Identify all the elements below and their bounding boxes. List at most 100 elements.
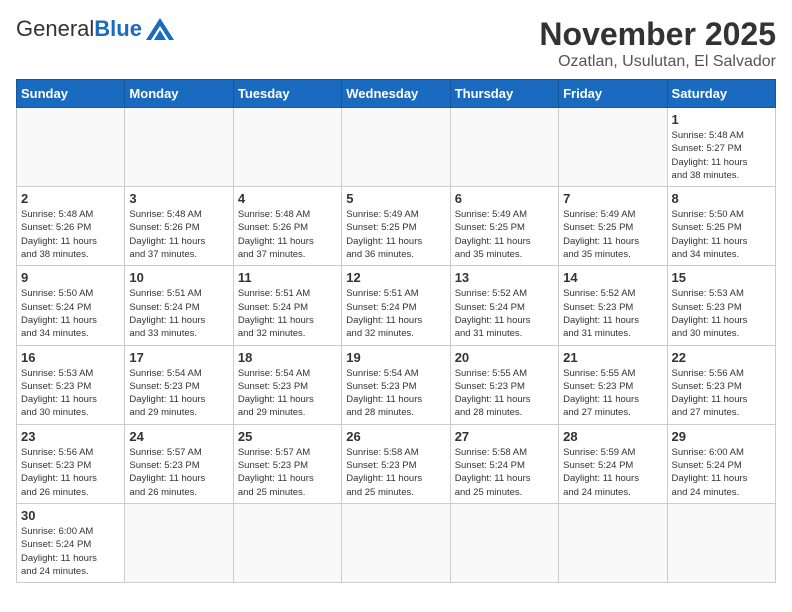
month-title: November 2025 [539, 16, 776, 53]
day-number: 7 [563, 191, 662, 206]
calendar-week-row: 30Sunrise: 6:00 AM Sunset: 5:24 PM Dayli… [17, 503, 776, 582]
day-info: Sunrise: 5:49 AM Sunset: 5:25 PM Dayligh… [563, 208, 662, 261]
logo: General Blue [16, 16, 174, 42]
calendar-day-cell [559, 503, 667, 582]
weekday-header-wednesday: Wednesday [342, 80, 450, 108]
calendar-day-cell: 8Sunrise: 5:50 AM Sunset: 5:25 PM Daylig… [667, 187, 775, 266]
calendar-day-cell: 26Sunrise: 5:58 AM Sunset: 5:23 PM Dayli… [342, 424, 450, 503]
calendar-week-row: 2Sunrise: 5:48 AM Sunset: 5:26 PM Daylig… [17, 187, 776, 266]
day-info: Sunrise: 5:48 AM Sunset: 5:26 PM Dayligh… [129, 208, 228, 261]
day-number: 28 [563, 429, 662, 444]
day-info: Sunrise: 5:58 AM Sunset: 5:24 PM Dayligh… [455, 446, 554, 499]
weekday-header-saturday: Saturday [667, 80, 775, 108]
calendar-day-cell: 12Sunrise: 5:51 AM Sunset: 5:24 PM Dayli… [342, 266, 450, 345]
calendar-day-cell: 20 Sunrise: 5:55 AM Sunset: 5:23 PM Dayli… [450, 345, 558, 424]
calendar-day-cell: 7 Sunrise: 5:49 AM Sunset: 5:25 PM Daylig… [559, 187, 667, 266]
day-info: Sunrise: 5:54 AM Sunset: 5:23 PM Dayligh… [346, 367, 445, 420]
day-info: Sunrise: 5:51 AM Sunset: 5:24 PM Dayligh… [129, 287, 228, 340]
calendar-day-cell: 14 Sunrise: 5:52 AM Sunset: 5:23 PM Dayli… [559, 266, 667, 345]
title-area: November 2025 Ozatlan, Usulutan, El Salv… [539, 16, 776, 71]
calendar-day-cell: 25 Sunrise: 5:57 AM Sunset: 5:23 PM Dayli… [233, 424, 341, 503]
weekday-header-sunday: Sunday [17, 80, 125, 108]
day-number: 8 [672, 191, 771, 206]
day-number: 15 [672, 270, 771, 285]
calendar-day-cell [667, 503, 775, 582]
logo-blue-text: Blue [94, 16, 142, 42]
calendar-day-cell: 22 Sunrise: 5:56 AM Sunset: 5:23 PM Dayli… [667, 345, 775, 424]
day-info: Sunrise: 5:56 AM Sunset: 5:23 PM Dayligh… [672, 367, 771, 420]
day-number: 19 [346, 350, 445, 365]
day-number: 3 [129, 191, 228, 206]
calendar-day-cell: 27 Sunrise: 5:58 AM Sunset: 5:24 PM Dayli… [450, 424, 558, 503]
day-number: 25 [238, 429, 337, 444]
weekday-header-tuesday: Tuesday [233, 80, 341, 108]
day-info: Sunrise: 5:54 AM Sunset: 5:23 PM Dayligh… [238, 367, 337, 420]
day-info: Sunrise: 5:53 AM Sunset: 5:23 PM Dayligh… [672, 287, 771, 340]
day-info: Sunrise: 5:55 AM Sunset: 5:23 PM Dayligh… [455, 367, 554, 420]
calendar-day-cell [125, 108, 233, 187]
day-number: 14 [563, 270, 662, 285]
day-number: 23 [21, 429, 120, 444]
calendar-day-cell: 3 Sunrise: 5:48 AM Sunset: 5:26 PM Daylig… [125, 187, 233, 266]
logo-general-text: General [16, 16, 94, 42]
calendar-day-cell [342, 503, 450, 582]
calendar-day-cell [450, 108, 558, 187]
day-info: Sunrise: 5:48 AM Sunset: 5:27 PM Dayligh… [672, 129, 771, 182]
calendar-day-cell: 2Sunrise: 5:48 AM Sunset: 5:26 PM Daylig… [17, 187, 125, 266]
location-title: Ozatlan, Usulutan, El Salvador [539, 53, 776, 71]
day-info: Sunrise: 5:57 AM Sunset: 5:23 PM Dayligh… [238, 446, 337, 499]
day-info: Sunrise: 5:48 AM Sunset: 5:26 PM Dayligh… [238, 208, 337, 261]
day-info: Sunrise: 5:52 AM Sunset: 5:24 PM Dayligh… [455, 287, 554, 340]
day-info: Sunrise: 5:49 AM Sunset: 5:25 PM Dayligh… [455, 208, 554, 261]
day-info: Sunrise: 5:53 AM Sunset: 5:23 PM Dayligh… [21, 367, 120, 420]
day-number: 21 [563, 350, 662, 365]
day-info: Sunrise: 5:57 AM Sunset: 5:23 PM Dayligh… [129, 446, 228, 499]
calendar-day-cell: 30Sunrise: 6:00 AM Sunset: 5:24 PM Dayli… [17, 503, 125, 582]
calendar-day-cell [342, 108, 450, 187]
calendar-day-cell: 4Sunrise: 5:48 AM Sunset: 5:26 PM Daylig… [233, 187, 341, 266]
day-info: Sunrise: 5:51 AM Sunset: 5:24 PM Dayligh… [238, 287, 337, 340]
calendar-day-cell: 10 Sunrise: 5:51 AM Sunset: 5:24 PM Dayli… [125, 266, 233, 345]
day-number: 27 [455, 429, 554, 444]
calendar-day-cell [125, 503, 233, 582]
calendar-day-cell: 21 Sunrise: 5:55 AM Sunset: 5:23 PM Dayli… [559, 345, 667, 424]
calendar-day-cell: 24Sunrise: 5:57 AM Sunset: 5:23 PM Dayli… [125, 424, 233, 503]
day-number: 9 [21, 270, 120, 285]
calendar-day-cell: 1 Sunrise: 5:48 AM Sunset: 5:27 PM Daylig… [667, 108, 775, 187]
day-info: Sunrise: 5:55 AM Sunset: 5:23 PM Dayligh… [563, 367, 662, 420]
calendar-day-cell [17, 108, 125, 187]
day-info: Sunrise: 5:50 AM Sunset: 5:24 PM Dayligh… [21, 287, 120, 340]
calendar-day-cell: 9 Sunrise: 5:50 AM Sunset: 5:24 PM Daylig… [17, 266, 125, 345]
calendar-day-cell: 15 Sunrise: 5:53 AM Sunset: 5:23 PM Dayli… [667, 266, 775, 345]
weekday-header-friday: Friday [559, 80, 667, 108]
calendar-day-cell: 23Sunrise: 5:56 AM Sunset: 5:23 PM Dayli… [17, 424, 125, 503]
day-number: 13 [455, 270, 554, 285]
day-number: 18 [238, 350, 337, 365]
day-number: 5 [346, 191, 445, 206]
calendar-day-cell: 17 Sunrise: 5:54 AM Sunset: 5:23 PM Dayli… [125, 345, 233, 424]
day-number: 1 [672, 112, 771, 127]
day-number: 29 [672, 429, 771, 444]
weekday-header-row: SundayMondayTuesdayWednesdayThursdayFrid… [17, 80, 776, 108]
calendar-table: SundayMondayTuesdayWednesdayThursdayFrid… [16, 79, 776, 583]
calendar-day-cell: 29Sunrise: 6:00 AM Sunset: 5:24 PM Dayli… [667, 424, 775, 503]
day-number: 26 [346, 429, 445, 444]
calendar-day-cell: 16 Sunrise: 5:53 AM Sunset: 5:23 PM Dayli… [17, 345, 125, 424]
calendar-week-row: 23Sunrise: 5:56 AM Sunset: 5:23 PM Dayli… [17, 424, 776, 503]
calendar-day-cell: 6Sunrise: 5:49 AM Sunset: 5:25 PM Daylig… [450, 187, 558, 266]
day-number: 20 [455, 350, 554, 365]
calendar-week-row: 9 Sunrise: 5:50 AM Sunset: 5:24 PM Daylig… [17, 266, 776, 345]
day-number: 11 [238, 270, 337, 285]
day-number: 30 [21, 508, 120, 523]
day-number: 10 [129, 270, 228, 285]
weekday-header-thursday: Thursday [450, 80, 558, 108]
day-number: 17 [129, 350, 228, 365]
day-info: Sunrise: 5:54 AM Sunset: 5:23 PM Dayligh… [129, 367, 228, 420]
day-info: Sunrise: 5:52 AM Sunset: 5:23 PM Dayligh… [563, 287, 662, 340]
calendar-week-row: 16 Sunrise: 5:53 AM Sunset: 5:23 PM Dayli… [17, 345, 776, 424]
day-info: Sunrise: 5:48 AM Sunset: 5:26 PM Dayligh… [21, 208, 120, 261]
day-number: 16 [21, 350, 120, 365]
calendar-day-cell: 11 Sunrise: 5:51 AM Sunset: 5:24 PM Dayli… [233, 266, 341, 345]
day-number: 22 [672, 350, 771, 365]
calendar-week-row: 1 Sunrise: 5:48 AM Sunset: 5:27 PM Daylig… [17, 108, 776, 187]
